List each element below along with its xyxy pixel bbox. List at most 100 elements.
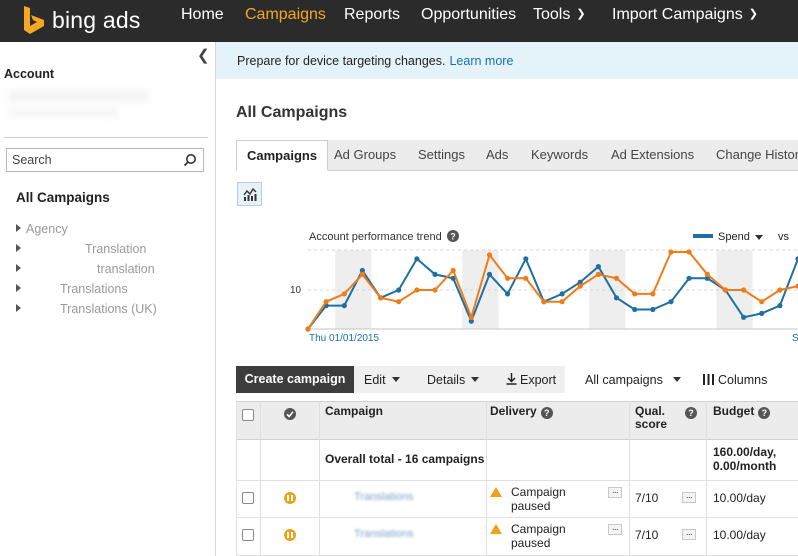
row-checkbox[interactable]: [242, 529, 254, 541]
tab-change-history[interactable]: Change History: [716, 147, 798, 162]
collapse-sidebar-icon[interactable]: ❮: [197, 46, 210, 64]
campaign-name-link[interactable]: Translations: [354, 528, 414, 540]
series-point[interactable]: [505, 275, 511, 281]
series-point[interactable]: [777, 303, 783, 309]
nav-reports[interactable]: Reports: [344, 6, 400, 24]
series-point[interactable]: [359, 271, 365, 277]
series-point[interactable]: [323, 299, 329, 305]
nav-home[interactable]: Home: [181, 6, 224, 24]
series-point[interactable]: [577, 283, 583, 289]
nav-campaigns[interactable]: Campaigns: [245, 6, 326, 24]
help-icon[interactable]: ?: [758, 407, 771, 419]
series-point[interactable]: [704, 271, 710, 277]
series-point[interactable]: [486, 252, 493, 258]
paused-status-icon[interactable]: [284, 492, 296, 504]
series-point[interactable]: [432, 287, 438, 293]
create-campaign-button[interactable]: Create campaign: [236, 366, 354, 393]
series-point[interactable]: [414, 287, 420, 293]
expand-arrow-icon[interactable]: [16, 244, 21, 252]
series-point[interactable]: [686, 249, 692, 255]
row-checkbox[interactable]: [242, 492, 254, 504]
help-icon[interactable]: ?: [540, 407, 553, 419]
series-point[interactable]: [341, 303, 347, 309]
more-options-button[interactable]: ...: [608, 486, 622, 498]
series-point[interactable]: [396, 299, 402, 305]
header-budget[interactable]: Budget?: [713, 405, 771, 419]
tree-item-translation-lower[interactable]: translation: [97, 262, 155, 276]
series-point[interactable]: [632, 306, 638, 313]
series-point[interactable]: [613, 295, 620, 301]
series-point[interactable]: [613, 275, 620, 281]
series-point[interactable]: [341, 291, 347, 297]
paused-status-icon[interactable]: [284, 529, 296, 541]
series-point[interactable]: [523, 275, 529, 281]
nav-opportunities[interactable]: Opportunities: [421, 6, 516, 24]
tree-item-translations-uk[interactable]: Translations (UK): [60, 302, 157, 316]
tab-campaigns[interactable]: Campaigns: [236, 140, 329, 171]
expand-arrow-icon[interactable]: [16, 264, 21, 272]
columns-button[interactable]: Columns: [703, 373, 767, 387]
chart-toggle-button[interactable]: [237, 182, 262, 206]
header-campaign[interactable]: Campaign: [325, 405, 383, 418]
nav-import-campaigns[interactable]: Import Campaigns ❯: [612, 6, 758, 24]
series-point[interactable]: [450, 267, 456, 274]
details-dropdown[interactable]: Details: [427, 373, 480, 387]
series-point[interactable]: [632, 291, 638, 297]
campaign-filter-dropdown[interactable]: All campaigns: [585, 373, 681, 387]
tree-all-campaigns[interactable]: All Campaigns: [16, 190, 110, 205]
search-icon[interactable]: [183, 153, 197, 167]
series-point[interactable]: [559, 291, 565, 297]
search-input[interactable]: [7, 149, 177, 171]
tab-ad-groups[interactable]: Ad Groups: [334, 147, 396, 162]
tab-ad-extensions[interactable]: Ad Extensions: [611, 147, 694, 162]
tree-item-translation[interactable]: Translation: [85, 242, 146, 256]
series-point[interactable]: [650, 306, 656, 313]
series-point[interactable]: [595, 271, 601, 277]
expand-arrow-icon[interactable]: [16, 284, 21, 292]
series-point[interactable]: [668, 249, 674, 255]
tab-settings[interactable]: Settings: [418, 147, 465, 162]
series-point[interactable]: [559, 299, 565, 305]
help-icon[interactable]: ?: [447, 230, 459, 242]
campaign-name-link[interactable]: Translations: [354, 491, 414, 503]
series-point[interactable]: [650, 291, 656, 297]
series-point[interactable]: [468, 314, 474, 320]
series-point[interactable]: [741, 314, 747, 320]
series-point[interactable]: [777, 287, 783, 293]
series-point[interactable]: [432, 271, 438, 277]
header-qual-score[interactable]: Qual. score: [635, 405, 675, 431]
series-point[interactable]: [686, 275, 692, 281]
series-point[interactable]: [541, 299, 547, 305]
series-point[interactable]: [486, 271, 493, 277]
expand-arrow-icon[interactable]: [16, 304, 21, 312]
more-options-button[interactable]: ...: [682, 528, 696, 540]
legend-caret-icon[interactable]: [755, 235, 763, 240]
help-icon[interactable]: ?: [685, 407, 697, 419]
series-point[interactable]: [305, 326, 311, 332]
series-point[interactable]: [759, 310, 765, 316]
more-options-button[interactable]: ...: [608, 523, 622, 535]
learn-more-link[interactable]: Learn more: [449, 54, 513, 68]
series-point[interactable]: [722, 287, 728, 293]
tree-item-agency[interactable]: Agency: [26, 222, 68, 236]
expand-arrow-icon[interactable]: [16, 224, 21, 232]
series-point[interactable]: [595, 264, 601, 270]
tab-ads[interactable]: Ads: [486, 147, 508, 162]
header-delivery[interactable]: Delivery?: [490, 405, 553, 419]
nav-tools[interactable]: Tools ❯: [533, 6, 586, 24]
series-point[interactable]: [414, 256, 420, 262]
series-point[interactable]: [523, 256, 529, 262]
export-button[interactable]: Export: [506, 373, 556, 387]
brand-logo[interactable]: bing ads: [22, 3, 141, 37]
series-point[interactable]: [741, 287, 747, 293]
tree-item-translations[interactable]: Translations: [60, 282, 128, 296]
tab-keywords[interactable]: Keywords: [531, 147, 588, 162]
more-options-button[interactable]: ...: [682, 491, 696, 503]
series-point[interactable]: [396, 287, 402, 293]
series-point[interactable]: [759, 299, 765, 305]
series-point[interactable]: [378, 295, 384, 301]
edit-dropdown[interactable]: Edit: [364, 373, 400, 387]
select-all-checkbox[interactable]: [242, 409, 254, 421]
series-point[interactable]: [505, 291, 511, 297]
legend-metric[interactable]: Spend: [718, 231, 750, 243]
